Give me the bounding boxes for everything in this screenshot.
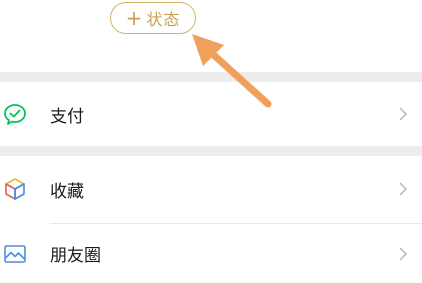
status-label: 状态 — [146, 10, 181, 29]
moments-picture-icon — [2, 241, 28, 267]
section-separator — [0, 72, 422, 82]
menu-item-label: 朋友圈 — [50, 246, 101, 266]
menu-item-label: 收藏 — [50, 181, 84, 202]
chevron-right-icon — [399, 107, 408, 121]
section-separator — [0, 146, 422, 156]
menu-item-favorites[interactable]: 收藏 — [0, 156, 422, 222]
menu-item-label: 支付 — [50, 106, 84, 127]
favorites-cube-icon — [2, 176, 28, 202]
menu-item-pay[interactable]: 支付 — [0, 82, 422, 146]
menu-item-moments[interactable]: 朋友圈 — [0, 224, 422, 283]
chevron-right-icon — [399, 182, 408, 196]
profile-area: + 状态 — [0, 0, 422, 72]
add-status-button[interactable]: + 状态 — [110, 2, 196, 34]
me-page: + 状态 支付 收藏 朋友圈 — [0, 0, 422, 283]
wechat-pay-icon — [2, 101, 28, 127]
plus-icon: + — [125, 6, 144, 30]
chevron-right-icon — [399, 246, 408, 261]
